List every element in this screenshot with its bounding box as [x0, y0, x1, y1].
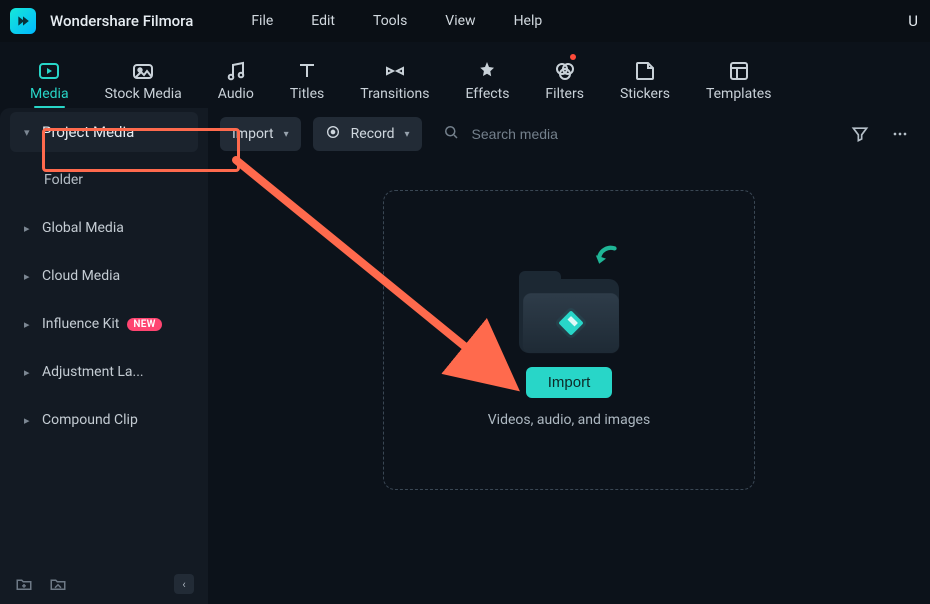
stock-media-icon	[131, 58, 155, 84]
tab-label: Stock Media	[105, 86, 182, 102]
menu-tools[interactable]: Tools	[357, 9, 423, 33]
effects-icon	[475, 58, 499, 84]
folder-graphic-icon	[509, 253, 629, 353]
sidebar-item-label: Global Media	[42, 220, 124, 236]
chevron-right-icon: ▸	[24, 366, 34, 379]
folder-settings-icon[interactable]	[48, 574, 68, 594]
record-dropdown[interactable]: Record ▾	[313, 117, 422, 151]
tab-label: Media	[30, 86, 69, 102]
sidebar-item-label: Compound Clip	[42, 412, 138, 428]
tab-stock-media[interactable]: Stock Media	[105, 58, 182, 108]
more-options-button[interactable]	[886, 120, 914, 148]
new-badge: NEW	[127, 318, 161, 331]
tab-templates[interactable]: Templates	[706, 58, 772, 108]
tab-transitions[interactable]: Transitions	[360, 58, 429, 108]
workspace: ▾ Project Media Folder ▸ Global Media ▸ …	[0, 108, 930, 604]
menubar: Wondershare Filmora File Edit Tools View…	[0, 0, 930, 42]
sidebar-item-adjustment-layer[interactable]: ▸ Adjustment La...	[10, 352, 198, 392]
filter-button[interactable]	[846, 120, 874, 148]
toolbar: Media Stock Media Audio Titles Transitio…	[0, 42, 930, 108]
actionbar: Import ▾ Record ▾	[208, 108, 930, 160]
chevron-down-icon: ▾	[284, 129, 289, 140]
menu-help[interactable]: Help	[498, 9, 559, 33]
dropzone-area: Import Videos, audio, and images	[208, 160, 930, 604]
sidebar-item-global-media[interactable]: ▸ Global Media	[10, 208, 198, 248]
chevron-right-icon: ▸	[24, 222, 34, 235]
chevron-down-icon: ▾	[405, 129, 410, 140]
dropzone-subtitle: Videos, audio, and images	[488, 412, 650, 428]
app-logo-icon	[10, 8, 36, 34]
pill-label: Record	[351, 126, 395, 142]
tab-label: Titles	[290, 86, 324, 102]
stickers-icon	[633, 58, 657, 84]
import-dropzone[interactable]: Import Videos, audio, and images	[383, 190, 755, 490]
tab-label: Transitions	[360, 86, 429, 102]
record-icon	[325, 124, 341, 144]
new-folder-icon[interactable]	[14, 574, 34, 594]
templates-icon	[727, 58, 751, 84]
sidebar-item-compound-clip[interactable]: ▸ Compound Clip	[10, 400, 198, 440]
tab-label: Stickers	[620, 86, 670, 102]
chevron-right-icon: ▸	[24, 270, 34, 283]
sidebar-item-label: Adjustment La...	[42, 364, 144, 380]
app-title: Wondershare Filmora	[50, 12, 193, 30]
pill-label: Import	[232, 126, 274, 142]
content-area: Import ▾ Record ▾	[208, 108, 930, 604]
tab-media[interactable]: Media	[30, 58, 69, 108]
tab-label: Templates	[706, 86, 772, 102]
menubar-right-text: U	[908, 12, 920, 30]
sidebar: ▾ Project Media Folder ▸ Global Media ▸ …	[0, 108, 208, 604]
chevron-right-icon: ▸	[24, 318, 34, 331]
search-icon	[442, 123, 460, 145]
menu-view[interactable]: View	[429, 9, 491, 33]
tab-stickers[interactable]: Stickers	[620, 58, 670, 108]
sidebar-item-label: Folder	[44, 172, 83, 188]
sidebar-item-label: Influence Kit	[42, 316, 119, 332]
tab-label: Audio	[218, 86, 254, 102]
sidebar-item-cloud-media[interactable]: ▸ Cloud Media	[10, 256, 198, 296]
collapse-sidebar-button[interactable]: ‹	[174, 574, 194, 594]
chevron-down-icon: ▾	[24, 126, 34, 139]
menu-edit[interactable]: Edit	[295, 9, 351, 33]
sidebar-item-influence-kit[interactable]: ▸ Influence Kit NEW	[10, 304, 198, 344]
sidebar-item-project-media[interactable]: ▾ Project Media	[10, 112, 198, 152]
transitions-icon	[383, 58, 407, 84]
titles-icon	[295, 58, 319, 84]
audio-icon	[224, 58, 248, 84]
sidebar-item-label: Project Media	[42, 123, 134, 141]
sidebar-item-folder[interactable]: Folder	[10, 160, 198, 200]
sidebar-footer: ‹	[0, 564, 208, 604]
media-icon	[37, 58, 61, 84]
search-input[interactable]	[470, 125, 826, 143]
import-dropdown[interactable]: Import ▾	[220, 117, 301, 151]
tab-titles[interactable]: Titles	[290, 58, 324, 108]
sidebar-item-label: Cloud Media	[42, 268, 120, 284]
tab-audio[interactable]: Audio	[218, 58, 254, 108]
search-media[interactable]	[434, 117, 834, 151]
download-arrow-icon	[589, 245, 623, 279]
import-button[interactable]: Import	[526, 367, 613, 398]
filters-icon	[553, 58, 577, 84]
chevron-right-icon: ▸	[24, 414, 34, 427]
tab-effects[interactable]: Effects	[465, 58, 509, 108]
menu-file[interactable]: File	[235, 9, 289, 33]
tab-label: Filters	[545, 86, 584, 102]
tab-filters[interactable]: Filters	[545, 58, 584, 108]
tab-label: Effects	[465, 86, 509, 102]
